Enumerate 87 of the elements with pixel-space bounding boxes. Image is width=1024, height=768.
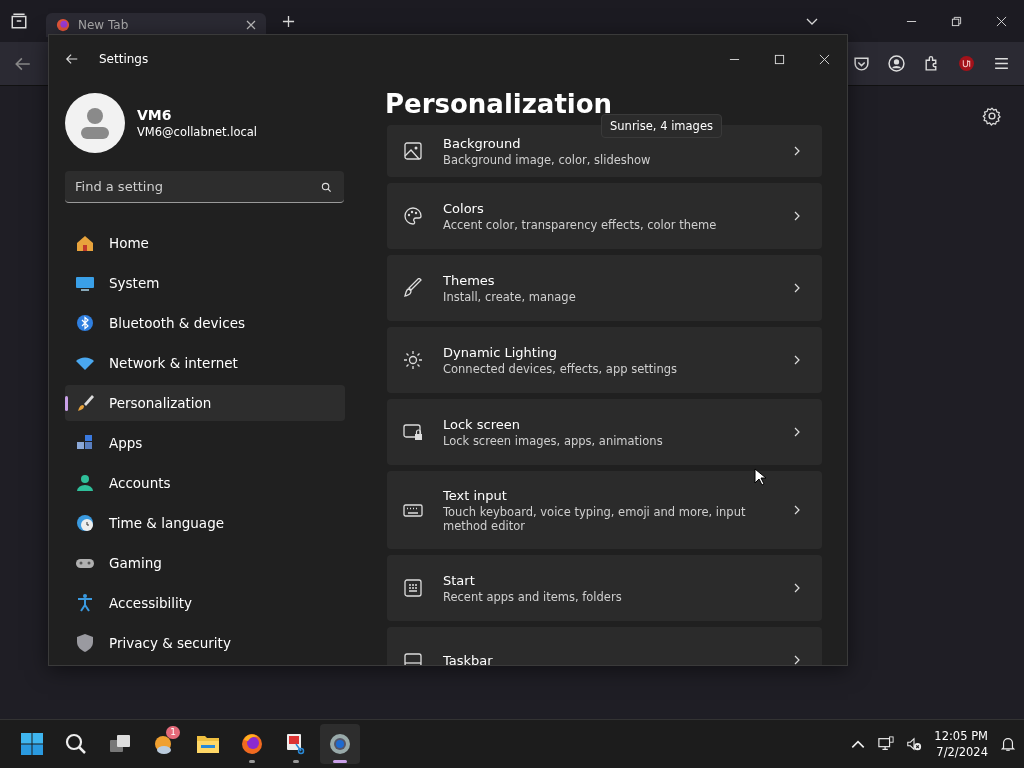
card-description: Background image, color, slideshow bbox=[443, 152, 652, 167]
tab-list-icon[interactable] bbox=[10, 12, 28, 30]
globe-icon bbox=[75, 513, 95, 533]
lock-screen-icon bbox=[403, 422, 423, 442]
house-icon bbox=[75, 233, 95, 253]
start-menu-icon bbox=[403, 578, 423, 598]
nav-item[interactable]: System bbox=[65, 265, 345, 301]
windows-logo-icon bbox=[20, 732, 44, 756]
nav-item[interactable]: Accounts bbox=[65, 465, 345, 501]
card-title: Themes bbox=[443, 272, 496, 288]
card-title: Dynamic Lighting bbox=[443, 344, 558, 360]
close-icon[interactable] bbox=[246, 20, 256, 30]
nav-item[interactable]: Bluetooth & devices bbox=[65, 305, 345, 341]
browser-tab[interactable]: New Tab bbox=[46, 13, 266, 37]
nav-item[interactable]: Personalization bbox=[65, 385, 345, 421]
card-title: Start bbox=[443, 572, 476, 588]
user-name: VM6 bbox=[137, 107, 173, 123]
nav-item[interactable]: Home bbox=[65, 225, 345, 261]
bluetooth-icon bbox=[75, 313, 95, 333]
person-icon bbox=[75, 473, 95, 493]
card-title: Taskbar bbox=[443, 652, 494, 665]
search-icon bbox=[64, 732, 88, 756]
close-icon[interactable] bbox=[819, 53, 830, 65]
chevron-right-icon bbox=[792, 355, 802, 365]
mouse-cursor-icon bbox=[754, 468, 766, 486]
chevron-right-icon bbox=[792, 283, 802, 293]
maximize-icon[interactable] bbox=[774, 53, 785, 65]
settings-card[interactable]: Themes Install, create, manage bbox=[387, 255, 822, 321]
shield-extension-icon[interactable] bbox=[958, 55, 975, 72]
brush-icon bbox=[75, 393, 95, 413]
card-description: Accent color, transparency effects, color theme bbox=[443, 217, 718, 232]
accessibility-icon bbox=[75, 593, 95, 613]
shield-icon bbox=[75, 633, 95, 653]
bell-icon[interactable] bbox=[1000, 736, 1016, 752]
sun-icon bbox=[403, 350, 423, 370]
card-description: Connected devices, effects, app settings bbox=[443, 361, 679, 376]
chevron-right-icon bbox=[792, 655, 802, 665]
menu-icon[interactable] bbox=[993, 55, 1010, 72]
chevron-right-icon bbox=[792, 146, 802, 156]
settings-icon[interactable] bbox=[982, 106, 1002, 126]
nav-item[interactable]: Apps bbox=[65, 425, 345, 461]
card-title: Text input bbox=[443, 487, 508, 503]
card-description: Recent apps and items, folders bbox=[443, 589, 623, 604]
nav-item[interactable]: Privacy & security bbox=[65, 625, 345, 661]
settings-card[interactable]: Dynamic Lighting Connected devices, effects, app settings bbox=[387, 327, 822, 393]
search-icon[interactable] bbox=[321, 182, 332, 193]
chevron-right-icon bbox=[792, 427, 802, 437]
pocket-icon[interactable] bbox=[853, 55, 870, 72]
card-title: Background bbox=[443, 135, 522, 151]
new-tab-icon[interactable] bbox=[282, 14, 295, 28]
account-icon[interactable] bbox=[888, 55, 905, 72]
restore-icon[interactable] bbox=[951, 15, 962, 27]
palette-icon bbox=[403, 206, 423, 226]
taskbar-icon bbox=[403, 650, 423, 665]
image-icon bbox=[403, 141, 423, 161]
back-icon[interactable] bbox=[65, 52, 79, 66]
window-title: Settings bbox=[99, 52, 149, 66]
nav-item[interactable]: Network & internet bbox=[65, 345, 345, 381]
search-field[interactable]: Find a setting bbox=[65, 171, 344, 203]
settings-app-button[interactable] bbox=[320, 724, 360, 764]
settings-card[interactable]: Colors Accent color, transparency effects, color theme bbox=[387, 183, 822, 249]
chevron-right-icon bbox=[792, 211, 802, 221]
nav-item[interactable]: Gaming bbox=[65, 545, 345, 581]
user-email: VM6@collabnet.local bbox=[137, 125, 258, 139]
clock[interactable]: 12:05 PM 7/2/2024 bbox=[934, 728, 988, 760]
card-description: Touch keyboard, voice typing, emoji and more, input method editor bbox=[443, 504, 747, 533]
settings-card[interactable]: Taskbar bbox=[387, 627, 822, 665]
network-icon[interactable] bbox=[878, 736, 895, 752]
speaker-muted-icon[interactable] bbox=[906, 736, 923, 752]
nav-item[interactable]: Accessibility bbox=[65, 585, 345, 621]
card-description: Install, create, manage bbox=[443, 289, 577, 304]
card-title: Colors bbox=[443, 200, 485, 216]
chevron-right-icon bbox=[792, 583, 802, 593]
browser-logo-icon bbox=[56, 18, 70, 32]
settings-card[interactable]: Lock screen Lock screen images, apps, animations bbox=[387, 399, 822, 465]
nav-item[interactable]: Time & language bbox=[65, 505, 345, 541]
tooltip: Sunrise, 4 images bbox=[601, 114, 722, 138]
chevron-right-icon bbox=[792, 505, 802, 515]
card-description: Lock screen images, apps, animations bbox=[443, 433, 664, 448]
avatar bbox=[65, 93, 125, 153]
gear-icon bbox=[328, 732, 352, 756]
card-title: Lock screen bbox=[443, 416, 521, 432]
brush-icon bbox=[403, 278, 423, 298]
close-icon[interactable] bbox=[996, 15, 1007, 27]
notification-badge: 1 bbox=[166, 726, 180, 739]
settings-card[interactable]: Start Recent apps and items, folders bbox=[387, 555, 822, 621]
settings-card[interactable]: Text input Touch keyboard, voice typing, emoji and more, input method editor bbox=[387, 471, 822, 549]
